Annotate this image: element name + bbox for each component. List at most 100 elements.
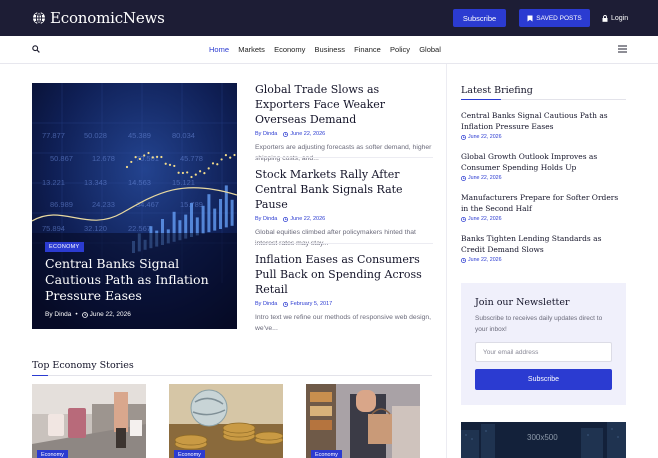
subscribe-button[interactable]: Subscribe — [453, 9, 506, 27]
briefing-title[interactable]: Banks Tighten Lending Standards as Credi… — [461, 233, 626, 255]
hero-image-dot — [168, 163, 172, 166]
hero-image-number: 15.121 — [172, 178, 195, 187]
story-card[interactable]: Economy — [32, 384, 146, 458]
article-title[interactable]: Inflation Eases as Consumers Pull Back o… — [255, 252, 433, 297]
hero-image-dot — [211, 162, 215, 165]
clock-icon — [283, 216, 289, 222]
ad-banner[interactable]: 300x500 — [461, 422, 626, 458]
briefing-date: June 22, 2026 — [468, 257, 502, 263]
newsletter-box: Join our Newsletter Subscribe to receive… — [461, 283, 626, 405]
briefing-item[interactable]: Central Banks Signal Cautious Path as In… — [461, 110, 626, 140]
article-author[interactable]: By Dinda — [255, 216, 277, 222]
nav-link-finance[interactable]: Finance — [354, 45, 381, 55]
hero-image-number: 45.389 — [128, 131, 151, 140]
hero-image-dot — [207, 167, 210, 170]
heading-underline — [32, 375, 432, 376]
hero-image-number: 50.028 — [84, 131, 107, 140]
hero-feature[interactable]: 77.877 50.028 45.389 80.034 50.867 12.678 70.5… — [32, 83, 237, 329]
article-item[interactable]: Stock Markets Rally After Central Bank S… — [255, 167, 433, 249]
briefing-item[interactable]: Banks Tighten Lending Standards as Credi… — [461, 233, 626, 263]
hero-image-number: 34.467 — [136, 200, 159, 209]
clock-icon — [81, 311, 88, 318]
menu-icon[interactable] — [618, 45, 627, 53]
hero-image-dot — [229, 156, 232, 159]
lock-icon — [602, 14, 608, 22]
site-logo[interactable]: EconomicNews — [32, 8, 165, 28]
hero-image-number: 22.567 — [128, 224, 151, 233]
article-author[interactable]: By Dinda — [255, 301, 277, 307]
hero-image-dot — [181, 171, 184, 175]
heading-underline-accent — [461, 99, 501, 100]
email-field[interactable] — [475, 342, 612, 362]
article-excerpt: Global equities climbed after policymake… — [255, 229, 416, 247]
hero-image-candle — [201, 205, 205, 234]
hero-image-dot — [199, 170, 202, 173]
hero-image-candle — [213, 208, 217, 231]
hero-category-badge[interactable]: ECONOMY — [45, 242, 84, 252]
hero-image-number: 12.678 — [92, 154, 115, 163]
article-item[interactable]: Global Trade Slows as Exporters Face Wea… — [255, 82, 433, 164]
hero-image-dot — [147, 151, 150, 155]
article-meta: By Dinda June 22, 2026 — [255, 131, 433, 137]
hero-image-number: 13.343 — [84, 178, 107, 187]
login-link[interactable]: Login — [602, 12, 628, 24]
hero-separator: • — [75, 311, 78, 318]
hero-image-number: 75.894 — [42, 224, 65, 233]
briefing-item[interactable]: Manufacturers Prepare for Softer Orders … — [461, 192, 626, 222]
nav-link-global[interactable]: Global — [419, 45, 441, 55]
hero-image-number: 13.221 — [42, 178, 65, 187]
story-category-badge[interactable]: Economy — [174, 450, 205, 458]
article-item[interactable]: Inflation Eases as Consumers Pull Back o… — [255, 252, 433, 334]
hero-image-number: 14.563 — [128, 178, 151, 187]
hero-image-dot — [125, 165, 129, 169]
hero-image-dot — [130, 160, 133, 164]
article-divider — [255, 157, 433, 158]
newsletter-subscribe-button[interactable]: Subscribe — [475, 369, 612, 390]
hero-author[interactable]: By Dinda — [45, 311, 71, 318]
nav-link-home[interactable]: Home — [209, 45, 229, 55]
newsletter-description: Subscribe to receives daily updates dire… — [475, 315, 603, 333]
article-author[interactable]: By Dinda — [255, 131, 277, 137]
clock-icon — [283, 131, 289, 137]
ad-size-label: 300x500 — [527, 433, 558, 442]
story-card[interactable]: Economy — [306, 384, 420, 458]
hero-image-dot — [203, 172, 206, 175]
story-card[interactable]: Economy — [169, 384, 283, 458]
hero-image-dot — [164, 162, 167, 165]
nav-link-markets[interactable]: Markets — [238, 45, 265, 55]
saved-posts-label: SAVED POSTS — [536, 14, 582, 22]
hero-image-dot — [220, 158, 223, 161]
column-divider — [446, 64, 447, 458]
heading-underline-accent — [32, 375, 48, 376]
hero-image-candle — [195, 217, 199, 236]
briefing-title[interactable]: Central Banks Signal Cautious Path as In… — [461, 110, 626, 132]
story-category-badge[interactable]: Economy — [311, 450, 342, 458]
article-title[interactable]: Stock Markets Rally After Central Bank S… — [255, 167, 433, 212]
article-title[interactable]: Global Trade Slows as Exporters Face Wea… — [255, 82, 433, 127]
nav-link-business[interactable]: Business — [315, 45, 345, 55]
hero-image-number: 24.233 — [92, 200, 115, 209]
story-image — [169, 384, 283, 458]
hero-image-dot — [194, 173, 197, 176]
briefing-date-row: June 22, 2026 — [461, 257, 626, 263]
hero-image-dot — [138, 157, 141, 161]
briefing-item[interactable]: Global Growth Outlook Improves as Consum… — [461, 151, 626, 181]
hero-image-number: 80.034 — [172, 131, 195, 140]
hero-image-dot — [156, 155, 159, 158]
briefing-date-row: June 22, 2026 — [461, 175, 626, 181]
briefing-title[interactable]: Global Growth Outlook Improves as Consum… — [461, 151, 626, 173]
clock-icon — [461, 257, 466, 263]
hero-image-dot — [160, 155, 163, 159]
nav-link-economy[interactable]: Economy — [274, 45, 305, 55]
search-icon[interactable] — [32, 45, 40, 53]
saved-posts-button[interactable]: SAVED POSTS — [519, 9, 590, 27]
hero-image-number: 86.989 — [50, 200, 73, 209]
clock-icon — [461, 216, 466, 222]
article-divider — [255, 243, 433, 244]
hero-image-dot — [233, 153, 236, 157]
briefing-title[interactable]: Manufacturers Prepare for Softer Orders … — [461, 192, 626, 214]
nav-links: Home Markets Economy Business Finance Po… — [209, 45, 450, 55]
hero-title[interactable]: Central Banks Signal Cautious Path as In… — [45, 256, 230, 304]
story-category-badge[interactable]: Economy — [37, 450, 68, 458]
nav-link-policy[interactable]: Policy — [390, 45, 410, 55]
